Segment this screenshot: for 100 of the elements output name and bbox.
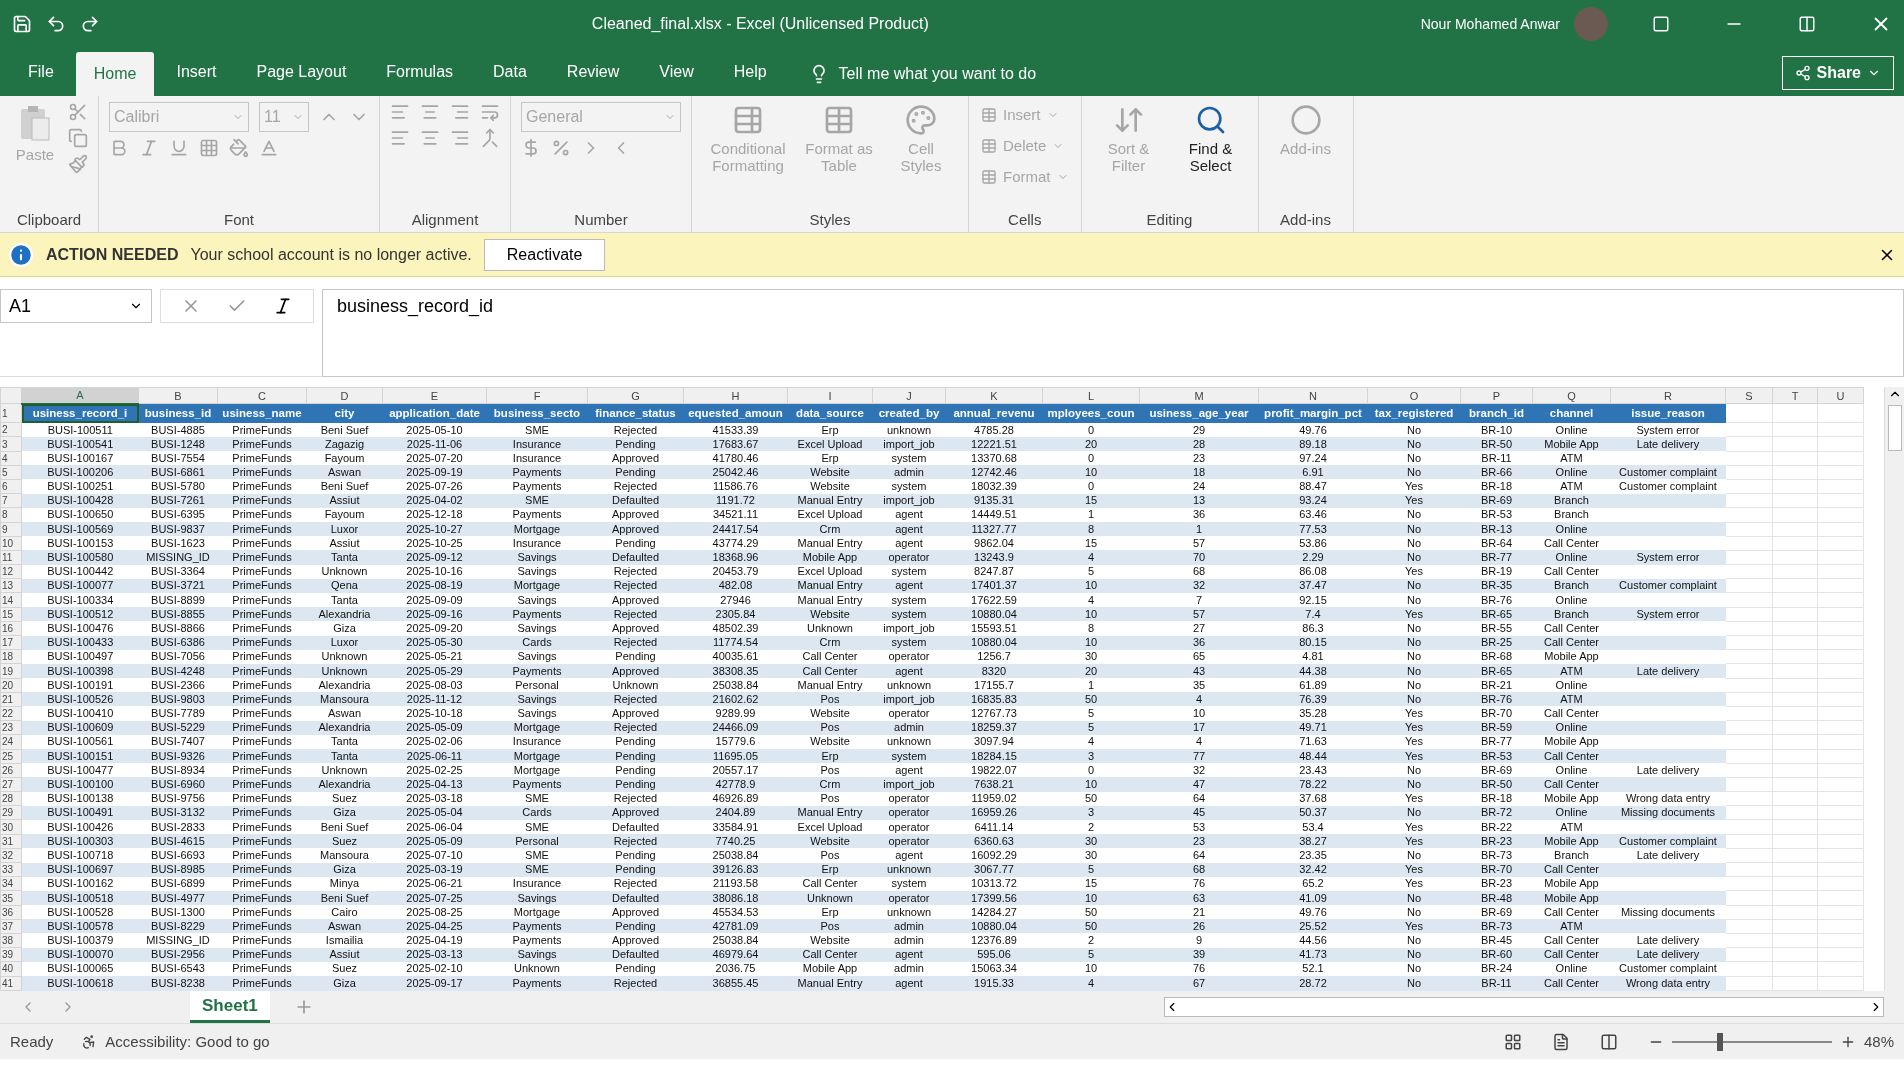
restore-icon[interactable] <box>1798 15 1816 33</box>
percent-icon[interactable] <box>551 138 571 158</box>
table-cell: 35.28 <box>1258 706 1368 721</box>
column-letter[interactable]: L <box>1042 387 1140 404</box>
function-icon[interactable] <box>273 296 293 316</box>
ribbon-tab[interactable]: View <box>641 52 712 92</box>
table-cell: 25038.84 <box>683 678 788 693</box>
column-letter[interactable]: D <box>306 387 383 404</box>
column-letter[interactable]: K <box>945 387 1043 404</box>
ribbon-tab[interactable]: Review <box>548 52 638 92</box>
name-box[interactable]: A1 <box>0 289 152 323</box>
accessibility-status[interactable]: Accessibility: Good to go <box>105 1033 270 1050</box>
share-button[interactable]: Share <box>1781 56 1894 90</box>
table-cell: BUSI-8855 <box>138 607 218 622</box>
column-letter[interactable]: A <box>21 387 139 404</box>
align-middle-icon[interactable] <box>420 102 440 122</box>
table-cell: Website <box>787 706 873 721</box>
table-cell: 2025-04-19 <box>382 933 487 948</box>
column-letter[interactable]: B <box>138 387 218 404</box>
underline-icon[interactable] <box>169 138 189 158</box>
group-label: Font <box>223 211 255 230</box>
column-letter[interactable]: G <box>587 387 684 404</box>
redo-icon[interactable] <box>80 14 100 34</box>
ribbon-tab[interactable]: Home <box>75 52 155 96</box>
align-bottom-icon[interactable] <box>450 102 470 122</box>
table-cell: 5 <box>1042 706 1140 721</box>
table-cell: BR-70 <box>1460 706 1533 721</box>
table-cell: PrimeFunds <box>217 905 307 920</box>
table-cell: 42781.09 <box>683 919 788 934</box>
align-right-icon[interactable] <box>450 128 470 148</box>
fill-color-icon[interactable] <box>229 138 249 158</box>
table-cell: Aswan <box>306 706 383 721</box>
page-break-icon[interactable] <box>1599 1032 1618 1051</box>
column-letter[interactable]: O <box>1367 387 1461 404</box>
undo-icon[interactable] <box>46 14 66 34</box>
slider-thumb[interactable] <box>1716 1032 1723 1051</box>
table-cell: Manual Entry <box>787 976 873 991</box>
format-painter-icon[interactable] <box>68 154 88 174</box>
table-cell: 21602.62 <box>683 692 788 707</box>
column-letter[interactable]: C <box>217 387 307 404</box>
sheet-tab[interactable]: Sheet1 <box>190 991 270 1023</box>
column-letter[interactable]: F <box>486 387 588 404</box>
column-letter[interactable]: P <box>1460 387 1533 404</box>
tell-me-search[interactable]: Tell me what you want to do <box>838 65 1037 83</box>
ribbon-tab[interactable]: Data <box>475 52 545 92</box>
column-letter[interactable]: I <box>787 387 873 404</box>
ribbon-display-icon[interactable] <box>1652 15 1670 33</box>
column-letter[interactable]: S <box>1725 387 1773 404</box>
table-cell: Luxor <box>306 522 383 537</box>
column-letter[interactable]: N <box>1258 387 1368 404</box>
page-layout-icon[interactable] <box>1551 1032 1570 1051</box>
table-cell: agent <box>872 848 946 863</box>
horizontal-scrollbar[interactable] <box>1164 997 1884 1017</box>
cut-icon[interactable] <box>68 102 88 122</box>
table-cell: No <box>1367 536 1461 551</box>
column-letter[interactable]: H <box>683 387 788 404</box>
merge-icon[interactable] <box>480 128 500 148</box>
table-cell: Pending <box>587 465 684 480</box>
table-cell: Savings <box>486 550 588 565</box>
table-cell: BUSI-6960 <box>138 777 218 792</box>
table-cell: Rejected <box>587 976 684 991</box>
vertical-scrollbar[interactable] <box>1884 387 1904 991</box>
column-letter[interactable]: M <box>1139 387 1259 404</box>
normal-view-icon[interactable] <box>1503 1032 1522 1051</box>
align-center-icon[interactable] <box>420 128 440 148</box>
ribbon-tab[interactable]: Help <box>715 52 785 92</box>
ribbon-tab[interactable]: Page Layout <box>238 52 365 92</box>
formula-field[interactable]: business_record_id <box>322 289 1904 377</box>
table-cell: 2025-05-09 <box>382 834 487 849</box>
reactivate-button[interactable]: Reactivate <box>483 238 606 271</box>
copy-icon[interactable] <box>68 128 88 148</box>
table-cell: 4 <box>1042 976 1140 991</box>
column-letter[interactable]: Q <box>1532 387 1611 404</box>
save-icon[interactable] <box>12 14 32 34</box>
table-cell: Approved <box>587 933 684 948</box>
column-letter[interactable]: U <box>1817 387 1864 404</box>
table-cell: Alexandria <box>306 607 383 622</box>
italic-icon[interactable] <box>139 138 159 158</box>
align-left-icon[interactable] <box>390 128 410 148</box>
table-cell: system <box>872 451 946 466</box>
column-letter[interactable]: R <box>1610 387 1726 404</box>
table-cell: 13370.68 <box>945 451 1043 466</box>
zoom-level[interactable]: 48% <box>1863 1033 1894 1050</box>
column-letter[interactable]: J <box>872 387 946 404</box>
ribbon-button[interactable]: Find & Select <box>1173 102 1248 176</box>
avatar[interactable] <box>1574 7 1608 41</box>
column-letter[interactable]: T <box>1772 387 1818 404</box>
ribbon-tab[interactable]: Insert <box>158 52 235 92</box>
table-icon <box>732 104 764 136</box>
wrap-text-icon[interactable] <box>480 102 500 122</box>
table-cell: Rejected <box>587 607 684 622</box>
ribbon-tab[interactable]: File <box>10 52 72 92</box>
scroll-thumb[interactable] <box>1887 405 1902 451</box>
clipboard-icon <box>18 104 52 142</box>
font-color-icon[interactable] <box>259 138 279 158</box>
align-top-icon[interactable] <box>390 102 410 122</box>
borders-icon[interactable] <box>199 138 219 158</box>
column-letter[interactable]: E <box>382 387 487 404</box>
ribbon-tab[interactable]: Formulas <box>368 52 472 92</box>
table-cell: No <box>1367 848 1461 863</box>
